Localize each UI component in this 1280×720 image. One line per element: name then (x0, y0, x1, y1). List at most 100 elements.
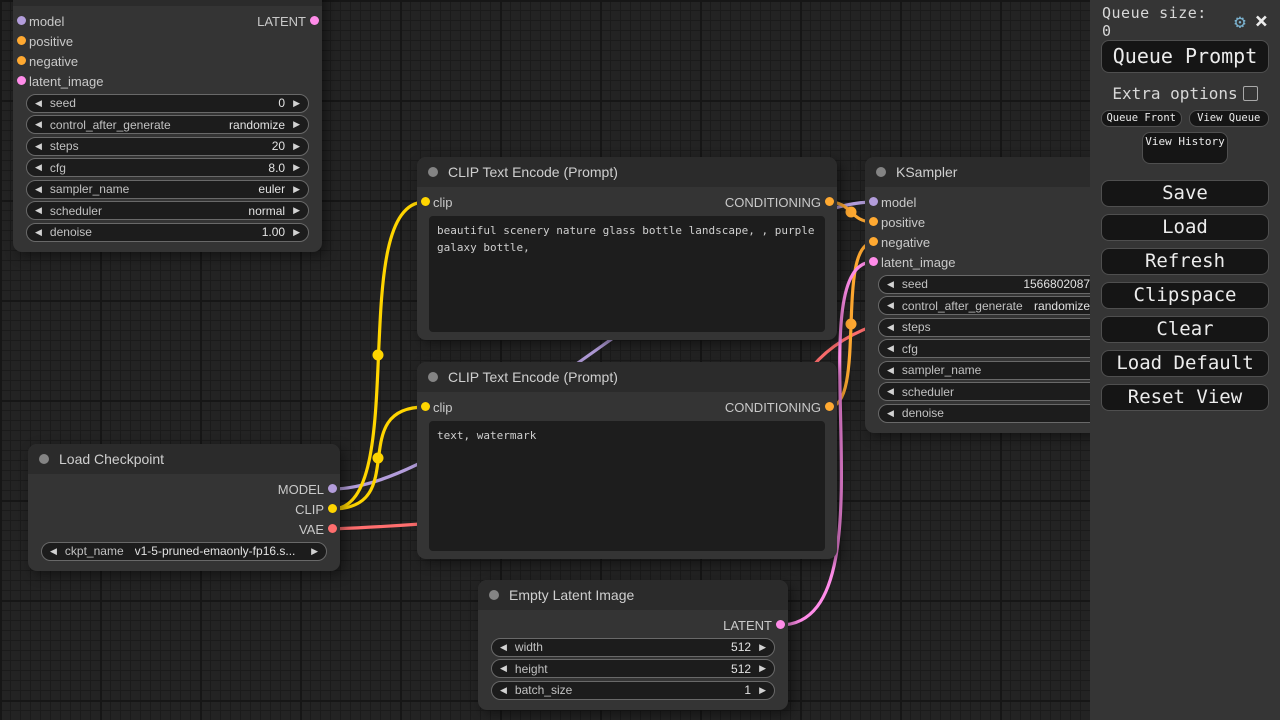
output-port-conditioning[interactable] (825, 402, 834, 411)
increment-arrow-icon[interactable] (311, 547, 318, 556)
view-queue-button[interactable]: View Queue (1189, 110, 1270, 127)
increment-arrow-icon[interactable] (759, 643, 766, 652)
close-icon[interactable]: × (1255, 13, 1268, 31)
widget-cfg[interactable]: cfg (878, 339, 1114, 358)
output-port-conditioning[interactable] (825, 197, 834, 206)
increment-arrow-icon[interactable] (293, 206, 300, 215)
node-graph-canvas[interactable]: KSampler model LATENT positive negative … (0, 0, 1280, 720)
widget-seed[interactable]: seed 1566802087 (878, 275, 1114, 294)
input-port-model[interactable] (17, 16, 26, 25)
increment-arrow-icon[interactable] (293, 163, 300, 172)
node-titlebar[interactable]: CLIP Text Encode (Prompt) (417, 157, 837, 187)
widget-sampler-name[interactable]: sampler_name euler (26, 180, 309, 199)
node-titlebar[interactable]: Load Checkpoint (28, 444, 340, 474)
collapse-dot-icon[interactable] (428, 167, 438, 177)
decrement-arrow-icon[interactable] (887, 280, 894, 289)
input-port-negative[interactable] (17, 56, 26, 65)
output-port-latent[interactable] (776, 620, 785, 629)
decrement-arrow-icon[interactable] (500, 664, 507, 673)
settings-gear-icon[interactable]: ⚙ (1234, 13, 1245, 32)
queue-prompt-button[interactable]: Queue Prompt (1101, 40, 1269, 73)
widget-steps[interactable]: steps (878, 318, 1114, 337)
view-history-button[interactable]: View History (1142, 132, 1228, 164)
widget-cfg[interactable]: cfg 8.0 (26, 158, 309, 177)
load-default-button[interactable]: Load Default (1101, 350, 1269, 377)
input-port-negative[interactable] (869, 237, 878, 246)
widget-width[interactable]: width 512 (491, 638, 775, 657)
reset-view-button[interactable]: Reset View (1101, 384, 1269, 411)
link-midpoint-dot[interactable] (373, 350, 384, 361)
widget-height[interactable]: height 512 (491, 659, 775, 678)
collapse-dot-icon[interactable] (39, 454, 49, 464)
widget-sampler-name[interactable]: sampler_name (878, 361, 1114, 380)
decrement-arrow-icon[interactable] (887, 366, 894, 375)
prompt-textarea[interactable]: text, watermark (429, 421, 825, 551)
widget-scheduler[interactable]: scheduler normal (26, 201, 309, 220)
output-port-vae[interactable] (328, 524, 337, 533)
node-empty-latent-image[interactable]: Empty Latent Image LATENT width 512 heig… (478, 580, 788, 710)
decrement-arrow-icon[interactable] (35, 185, 42, 194)
decrement-arrow-icon[interactable] (887, 323, 894, 332)
input-port-latent-image[interactable] (17, 76, 26, 85)
link-midpoint-dot[interactable] (373, 453, 384, 464)
decrement-arrow-icon[interactable] (887, 301, 894, 310)
widget-scheduler[interactable]: scheduler (878, 382, 1114, 401)
node-load-checkpoint[interactable]: Load Checkpoint MODEL CLIP VAE ckpt_name… (28, 444, 340, 571)
input-port-positive[interactable] (869, 217, 878, 226)
load-button[interactable]: Load (1101, 214, 1269, 241)
node-ksampler-right[interactable]: KSampler model positive negative latent_… (865, 157, 1127, 433)
increment-arrow-icon[interactable] (293, 99, 300, 108)
extra-options-checkbox[interactable] (1243, 86, 1258, 101)
node-titlebar[interactable]: KSampler (865, 157, 1127, 187)
collapse-dot-icon[interactable] (876, 167, 886, 177)
decrement-arrow-icon[interactable] (50, 547, 57, 556)
output-port-model[interactable] (328, 484, 337, 493)
input-port-latent-image[interactable] (869, 257, 878, 266)
decrement-arrow-icon[interactable] (35, 206, 42, 215)
decrement-arrow-icon[interactable] (887, 344, 894, 353)
input-port-positive[interactable] (17, 36, 26, 45)
link-midpoint-dot[interactable] (846, 319, 857, 330)
widget-ckpt-name[interactable]: ckpt_name v1-5-pruned-emaonly-fp16.s... (41, 542, 327, 561)
refresh-button[interactable]: Refresh (1101, 248, 1269, 275)
input-port-clip[interactable] (421, 402, 430, 411)
queue-front-button[interactable]: Queue Front (1101, 110, 1182, 127)
widget-batch-size[interactable]: batch_size 1 (491, 681, 775, 700)
output-port-clip[interactable] (328, 504, 337, 513)
node-ksampler-left[interactable]: KSampler model LATENT positive negative … (13, 0, 322, 252)
increment-arrow-icon[interactable] (293, 228, 300, 237)
widget-control-after-generate[interactable]: control_after_generate randomize (878, 296, 1114, 315)
decrement-arrow-icon[interactable] (35, 142, 42, 151)
collapse-dot-icon[interactable] (428, 372, 438, 382)
decrement-arrow-icon[interactable] (35, 99, 42, 108)
save-button[interactable]: Save (1101, 180, 1269, 207)
decrement-arrow-icon[interactable] (500, 643, 507, 652)
widget-control-after-generate[interactable]: control_after_generate randomize (26, 115, 309, 134)
increment-arrow-icon[interactable] (293, 142, 300, 151)
decrement-arrow-icon[interactable] (887, 409, 894, 418)
node-clip-text-encode-negative[interactable]: CLIP Text Encode (Prompt) clip CONDITION… (417, 362, 837, 559)
decrement-arrow-icon[interactable] (35, 228, 42, 237)
output-port-latent[interactable] (310, 16, 319, 25)
widget-steps[interactable]: steps 20 (26, 137, 309, 156)
increment-arrow-icon[interactable] (759, 686, 766, 695)
decrement-arrow-icon[interactable] (35, 120, 42, 129)
input-port-clip[interactable] (421, 197, 430, 206)
decrement-arrow-icon[interactable] (887, 387, 894, 396)
clear-button[interactable]: Clear (1101, 316, 1269, 343)
widget-seed[interactable]: seed 0 (26, 94, 309, 113)
node-clip-text-encode-positive[interactable]: CLIP Text Encode (Prompt) clip CONDITION… (417, 157, 837, 340)
collapse-dot-icon[interactable] (489, 590, 499, 600)
increment-arrow-icon[interactable] (293, 120, 300, 129)
node-titlebar[interactable]: Empty Latent Image (478, 580, 788, 610)
link-midpoint-dot[interactable] (846, 207, 857, 218)
prompt-textarea[interactable]: beautiful scenery nature glass bottle la… (429, 216, 825, 332)
decrement-arrow-icon[interactable] (35, 163, 42, 172)
clipspace-button[interactable]: Clipspace (1101, 282, 1269, 309)
input-port-model[interactable] (869, 197, 878, 206)
increment-arrow-icon[interactable] (293, 185, 300, 194)
widget-denoise[interactable]: denoise 1.00 (26, 223, 309, 242)
increment-arrow-icon[interactable] (759, 664, 766, 673)
node-titlebar[interactable]: CLIP Text Encode (Prompt) (417, 362, 837, 392)
widget-denoise[interactable]: denoise (878, 404, 1114, 423)
